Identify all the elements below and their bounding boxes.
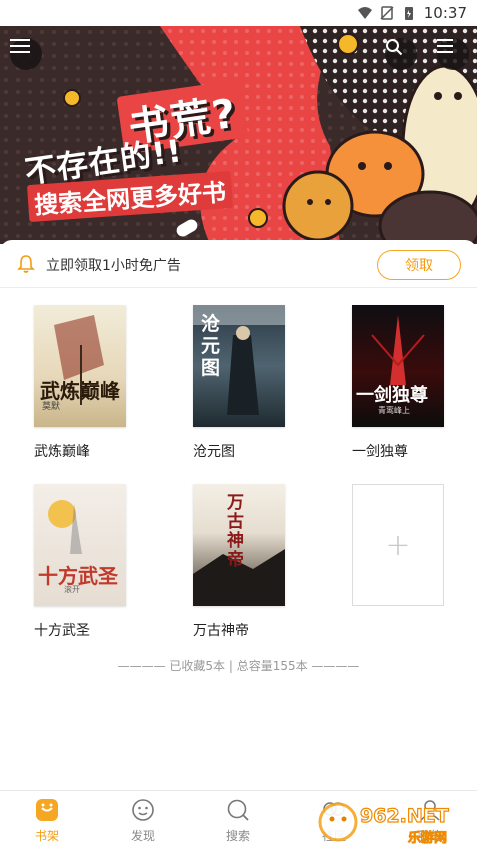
book-cover[interactable]: 沧元图: [193, 305, 285, 427]
search-button[interactable]: [385, 38, 417, 70]
shelf-summary: ———— 已收藏5本 | 总容量155本 ————: [117, 659, 360, 673]
ad-free-notice: 立即领取1小时免广告 领取: [0, 240, 477, 288]
book-title[interactable]: 十方武圣: [34, 620, 126, 640]
add-book-button[interactable]: +: [352, 484, 444, 606]
book-title[interactable]: 武炼巅峰: [34, 441, 126, 461]
watermark-line2: 乐游网: [408, 830, 447, 846]
search-icon: [227, 799, 249, 821]
menu-icon: [10, 39, 30, 53]
menu-button[interactable]: [10, 38, 42, 70]
book-cover[interactable]: 十方武圣 滚开: [34, 484, 126, 606]
status-icons: 10:37: [357, 4, 467, 22]
book-item[interactable]: 一剑独尊 青鸾峰上 一剑独尊: [352, 305, 444, 461]
nav-bookshelf[interactable]: 书架: [17, 797, 77, 844]
book-cover[interactable]: 一剑独尊 青鸾峰上: [352, 305, 444, 427]
discover-icon: [132, 799, 154, 821]
book-item[interactable]: 沧元图 沧元图: [193, 305, 285, 461]
book-title[interactable]: 沧元图: [193, 441, 285, 461]
cover-title: 万古神帝: [227, 493, 244, 570]
watermark-line1: 962.NET: [360, 805, 449, 827]
cover-author: 青鸾峰上: [378, 406, 410, 415]
more-button[interactable]: [437, 38, 469, 70]
add-book-item[interactable]: +: [352, 484, 444, 606]
nav-search[interactable]: 搜索: [208, 797, 268, 844]
nav-label: 书架: [34, 829, 59, 843]
notice-text: 立即领取1小时免广告: [46, 258, 181, 274]
book-title[interactable]: 一剑独尊: [352, 441, 444, 461]
cover-author: 莫默: [42, 402, 61, 412]
battery-icon: [404, 7, 413, 20]
book-item[interactable]: 武炼巅峰 莫默 武炼巅峰: [34, 305, 126, 461]
book-cover[interactable]: 万古神帝: [193, 484, 285, 606]
nav-label: 发现: [130, 829, 155, 843]
no-sim-icon: [380, 6, 394, 20]
wifi-icon: [357, 7, 372, 19]
promo-banner[interactable]: 书荒? 不存在的!! 搜索全网更多好书: [0, 26, 477, 244]
bookshelf-icon: [36, 799, 58, 821]
cover-author: 滚开: [64, 585, 80, 594]
nav-discover[interactable]: 发现: [113, 797, 173, 844]
site-watermark: 962.NET 乐游网: [318, 802, 449, 846]
bookshelf-content: 立即领取1小时免广告 领取 武炼巅峰 莫默 武炼巅峰 沧元图 沧元图 一剑独尊 …: [0, 240, 477, 790]
cover-title: 沧元图: [201, 313, 221, 379]
more-icon: [437, 39, 453, 53]
book-cover[interactable]: 武炼巅峰 莫默: [34, 305, 126, 427]
claim-button[interactable]: 领取: [377, 250, 461, 280]
book-title[interactable]: 万古神帝: [193, 620, 285, 640]
bell-icon: [17, 255, 35, 273]
book-item[interactable]: 万古神帝 万古神帝: [193, 484, 285, 640]
cover-title: 一剑独尊: [356, 385, 428, 406]
nav-label: 搜索: [225, 829, 250, 843]
status-bar: 10:37: [0, 0, 477, 26]
status-time: 10:37: [423, 4, 467, 22]
search-icon: [386, 39, 403, 56]
book-item[interactable]: 十方武圣 滚开 十方武圣: [34, 484, 126, 640]
